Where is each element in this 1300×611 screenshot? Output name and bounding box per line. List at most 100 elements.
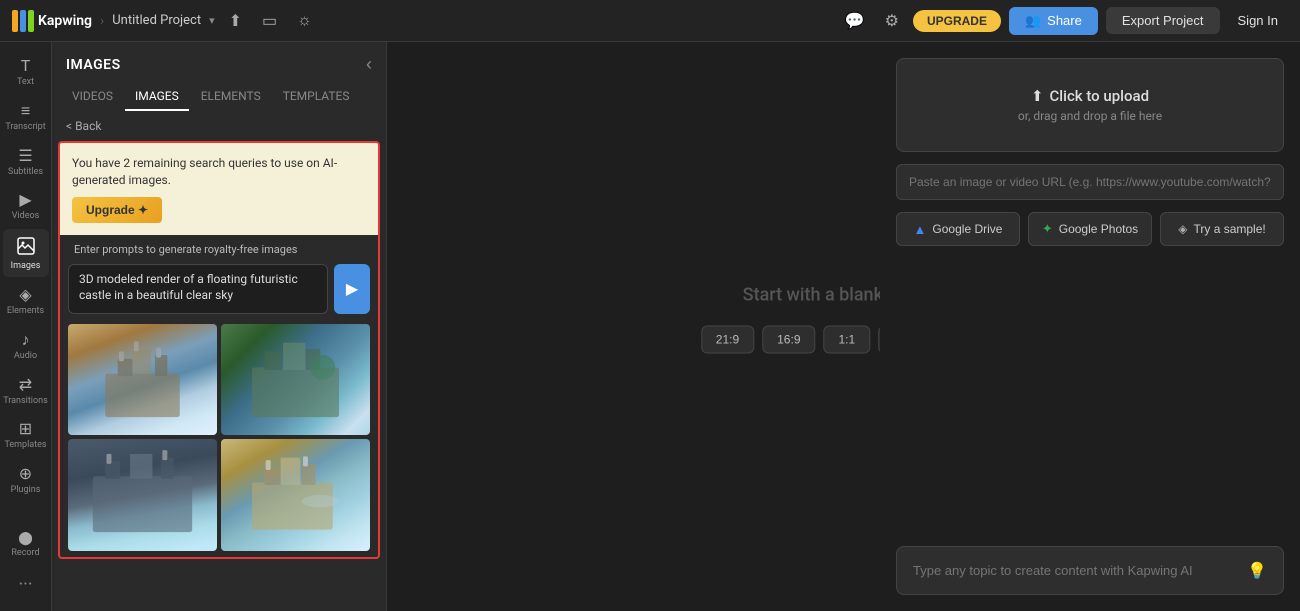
ai-bulb-icon: 💡 (1247, 561, 1267, 580)
ai-input-area: 💡 (896, 546, 1284, 595)
search-input[interactable]: 3D modeled render of a floating futurist… (79, 271, 317, 307)
export-button[interactable]: Export Project (1106, 7, 1220, 34)
transcript-icon: ≡ (21, 103, 30, 119)
google-photos-button[interactable]: ✦ Google Photos (1028, 212, 1152, 246)
project-name[interactable]: Untitled Project (112, 13, 201, 28)
upgrade-notice: You have 2 remaining search queries to u… (60, 143, 378, 235)
transitions-icon: ⇄ (19, 377, 32, 393)
try-sample-label: Try a sample! (1193, 222, 1265, 236)
logo[interactable]: Kapwing (12, 10, 92, 32)
images-icon (17, 237, 35, 258)
text-icon: T (21, 58, 31, 74)
brand-name: Kapwing (38, 13, 92, 29)
panel-tabs: VIDEOS IMAGES ELEMENTS TEMPLATES (52, 75, 386, 111)
url-input[interactable] (896, 164, 1284, 200)
upload-icon: ⬆ (1031, 87, 1044, 105)
share-icon: 👥 (1025, 13, 1041, 29)
google-drive-label: Google Drive (932, 222, 1002, 236)
sidebar-label-audio: Audio (14, 351, 37, 362)
sidebar-label-plugins: Plugins (11, 485, 41, 496)
signin-button[interactable]: Sign In (1228, 7, 1288, 34)
image-result-4[interactable] (221, 439, 370, 551)
back-link[interactable]: < Back (52, 111, 386, 141)
images-panel: IMAGES ‹ VIDEOS IMAGES ELEMENTS TEMPLATE… (52, 42, 387, 611)
canvas-area: Start with a blank canvas 21:9 16:9 1:1 … (387, 42, 1300, 611)
upload-nav-btn[interactable]: ⬆ (223, 7, 248, 35)
google-drive-icon: ▲ (914, 222, 927, 237)
upload-title: ⬆ Click to upload (913, 87, 1267, 105)
tab-elements[interactable]: ELEMENTS (191, 83, 271, 111)
sidebar-item-elements[interactable]: ◈ Elements (3, 279, 49, 322)
upgrade-notice-button[interactable]: Upgrade ✦ (72, 197, 162, 223)
image-result-2[interactable] (221, 324, 370, 436)
sun-icon-btn[interactable]: ☼ (291, 8, 318, 34)
sidebar-label-templates: Templates (4, 440, 46, 451)
try-sample-button[interactable]: ◈ Try a sample! (1160, 212, 1284, 246)
sidebar-label-videos: Videos (12, 211, 40, 222)
comment-btn[interactable]: 💬 (839, 7, 871, 35)
upload-subtitle: or, drag and drop a file here (913, 109, 1267, 123)
sidebar-label-record: Record (11, 548, 39, 559)
nav-separator: › (100, 13, 104, 29)
tab-images[interactable]: IMAGES (125, 83, 189, 111)
plugins-icon: ⊕ (19, 466, 32, 482)
sample-icon: ◈ (1178, 222, 1187, 236)
templates-icon: ⊞ (19, 421, 32, 437)
main-layout: T Text ≡ Transcript ☰ Subtitles ▶ Videos… (0, 42, 1300, 611)
sidebar-item-videos[interactable]: ▶ Videos (3, 184, 49, 227)
sidebar-item-record[interactable]: ⬤ Record (3, 524, 49, 564)
service-buttons: ▲ Google Drive ✦ Google Photos ◈ Try a s… (896, 212, 1284, 246)
project-chevron-icon[interactable]: ▾ (209, 14, 215, 27)
right-content-panel: ⬆ Click to upload or, drag and drop a fi… (880, 42, 1300, 611)
more-options-icon[interactable]: ··· (10, 566, 40, 603)
logo-bar-2 (20, 10, 26, 32)
sidebar-label-transcript: Transcript (5, 122, 45, 133)
sidebar-label-transitions: Transitions (3, 396, 48, 407)
sidebar-item-transitions[interactable]: ⇄ Transitions (3, 369, 49, 412)
panel-collapse-button[interactable]: ‹ (366, 54, 372, 75)
tab-templates[interactable]: TEMPLATES (273, 83, 360, 111)
search-label: Enter prompts to generate royalty-free i… (60, 235, 378, 260)
screen-btn[interactable]: ▭ (256, 7, 283, 35)
sidebar-item-transcript[interactable]: ≡ Transcript (3, 95, 49, 138)
google-photos-label: Google Photos (1059, 222, 1138, 236)
logo-bar-1 (12, 10, 18, 32)
search-go-button[interactable]: ▶ (334, 264, 370, 314)
record-icon: ⬤ (18, 532, 33, 545)
search-input-wrap: 3D modeled render of a floating futurist… (68, 264, 328, 314)
aspect-16-9[interactable]: 16:9 (762, 325, 815, 353)
sidebar-item-text[interactable]: T Text (3, 50, 49, 93)
google-drive-button[interactable]: ▲ Google Drive (896, 212, 1020, 246)
settings-btn[interactable]: ⚙ (879, 7, 905, 35)
subtitles-icon: ☰ (18, 148, 32, 164)
image-grid (60, 318, 378, 558)
upgrade-notice-text: You have 2 remaining search queries to u… (72, 155, 366, 189)
sidebar-item-subtitles[interactable]: ☰ Subtitles (3, 140, 49, 183)
google-photos-icon: ✦ (1042, 221, 1053, 237)
ai-input[interactable] (913, 563, 1239, 578)
aspect-1-1[interactable]: 1:1 (823, 325, 870, 353)
search-row: 3D modeled render of a floating futurist… (60, 260, 378, 318)
panel-title: IMAGES (66, 57, 121, 73)
logo-icon (12, 10, 34, 32)
sidebar-label-text: Text (17, 77, 34, 88)
audio-icon: ♪ (22, 332, 30, 348)
share-button[interactable]: 👥 Share (1009, 7, 1098, 35)
upgrade-button[interactable]: UPGRADE (913, 10, 1001, 32)
aspect-21-9[interactable]: 21:9 (701, 325, 754, 353)
image-result-3[interactable] (68, 439, 217, 551)
icon-sidebar: T Text ≡ Transcript ☰ Subtitles ▶ Videos… (0, 42, 52, 611)
tab-videos[interactable]: VIDEOS (62, 83, 123, 111)
sidebar-item-images[interactable]: Images (3, 229, 49, 277)
sidebar-label-images: Images (11, 261, 41, 272)
image-result-1[interactable] (68, 324, 217, 436)
panel-header: IMAGES ‹ (52, 42, 386, 75)
sidebar-item-plugins[interactable]: ⊕ Plugins (3, 458, 49, 501)
upload-area[interactable]: ⬆ Click to upload or, drag and drop a fi… (896, 58, 1284, 152)
logo-bar-3 (28, 10, 34, 32)
videos-icon: ▶ (19, 192, 31, 208)
highlighted-panel-content: You have 2 remaining search queries to u… (58, 141, 380, 559)
sidebar-label-subtitles: Subtitles (8, 167, 43, 178)
sidebar-item-templates[interactable]: ⊞ Templates (3, 413, 49, 456)
sidebar-item-audio[interactable]: ♪ Audio (3, 324, 49, 367)
